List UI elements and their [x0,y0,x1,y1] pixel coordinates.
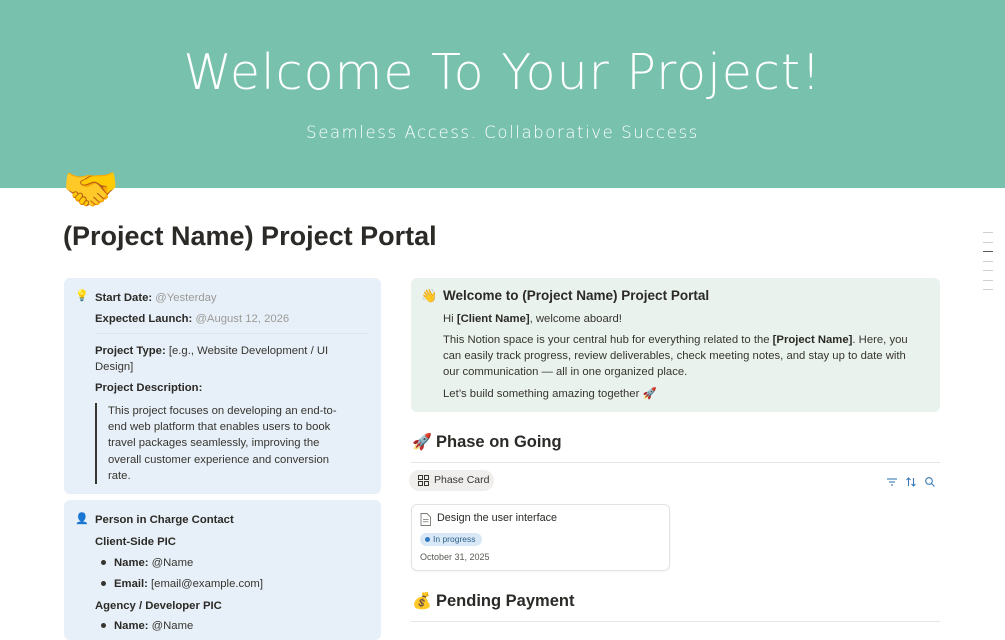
lightbulb-icon: 💡 [75,290,89,302]
start-date-row: Start Date: @Yesterday [95,290,217,306]
project-name-placeholder: [Project Name] [772,334,853,346]
bullet-dot [101,560,106,565]
agency-name-label: Name: [114,620,149,632]
section-divider [411,462,940,463]
client-name-label: Name: [114,557,149,569]
bullet-dot [101,581,106,586]
start-date-value[interactable]: @Yesterday [155,292,216,304]
section-divider [411,621,940,622]
toc-line[interactable] [983,289,993,290]
gallery-grid-icon [418,475,429,486]
payment-section-heading[interactable]: Pending Payment [436,592,574,611]
filter-icon[interactable] [886,476,898,488]
cover-banner: Welcome To Your Project! Seamless Access… [0,0,1005,188]
launch-date-value[interactable]: @August 12, 2026 [195,313,289,325]
page-title[interactable]: (Project Name) Project Portal [63,221,437,252]
contact-title: Person in Charge Contact [95,514,234,526]
greeting-text-end: , welcome aboard! [529,313,622,325]
search-icon[interactable] [924,476,936,488]
cover-subtitle: Seamless Access. Collaborative Success [306,123,699,142]
toc-line[interactable] [983,232,993,233]
client-email-row: Email: [email@example.com] [114,576,263,592]
toc-line[interactable] [983,279,993,281]
start-date-label: Start Date: [95,292,153,304]
project-description-quote[interactable]: This project focuses on developing an en… [108,403,348,484]
client-email-value[interactable]: [email@example.com] [151,578,263,590]
agency-pic-heading: Agency / Developer PIC [95,600,222,612]
sort-icon[interactable] [905,476,917,488]
quote-bar [95,403,97,484]
toc-line[interactable] [983,270,993,271]
welcome-greeting[interactable]: Hi [Client Name], welcome aboard! [443,311,622,327]
handshake-icon[interactable]: 🤝 [62,164,126,214]
body-text: This Notion space is your central hub fo… [443,334,773,346]
launch-date-label: Expected Launch: [95,313,193,325]
status-badge: In progress [420,533,482,546]
client-name-row: Name: @Name [114,555,193,571]
client-name-placeholder: [Client Name] [456,313,530,325]
greeting-text: Hi [443,313,457,325]
divider [95,333,369,334]
welcome-closing[interactable]: Let’s build something amazing together 🚀 [443,386,657,402]
toc-line[interactable] [983,260,993,262]
table-of-contents-minimap[interactable] [983,232,993,299]
agency-name-row: Name: @Name [114,618,193,634]
person-icon: 👤 [75,513,89,525]
money-bag-icon: 💰 [412,593,432,610]
agency-name-value[interactable]: @Name [152,620,194,632]
welcome-title[interactable]: Welcome to (Project Name) Project Portal [443,288,709,303]
phase-card[interactable]: Design the user interface In progress Oc… [411,504,670,571]
card-date: October 31, 2025 [420,552,490,562]
client-email-label: Email: [114,578,148,590]
toc-line[interactable] [983,241,993,243]
bullet-dot [101,623,106,628]
project-type-row: Project Type: [e.g., Website Development… [95,343,345,375]
view-tab-label: Phase Card [434,474,490,486]
client-name-value[interactable]: @Name [152,557,194,569]
toc-line-active[interactable] [983,251,993,252]
launch-date-row: Expected Launch: @August 12, 2026 [95,311,289,327]
card-title: Design the user interface [437,512,558,524]
cover-title: Welcome To Your Project! [183,44,822,101]
project-type-label: Project Type: [95,345,166,357]
client-pic-heading: Client-Side PIC [95,536,176,548]
phase-card-view-tab[interactable]: Phase Card [409,470,494,491]
waving-hand-icon: 👋 [421,288,438,303]
document-icon [420,513,431,526]
rocket-icon: 🚀 [412,434,432,451]
project-description-label: Project Description: [95,382,203,394]
phase-section-heading[interactable]: Phase on Going [436,433,562,452]
welcome-body[interactable]: This Notion space is your central hub fo… [443,332,923,380]
